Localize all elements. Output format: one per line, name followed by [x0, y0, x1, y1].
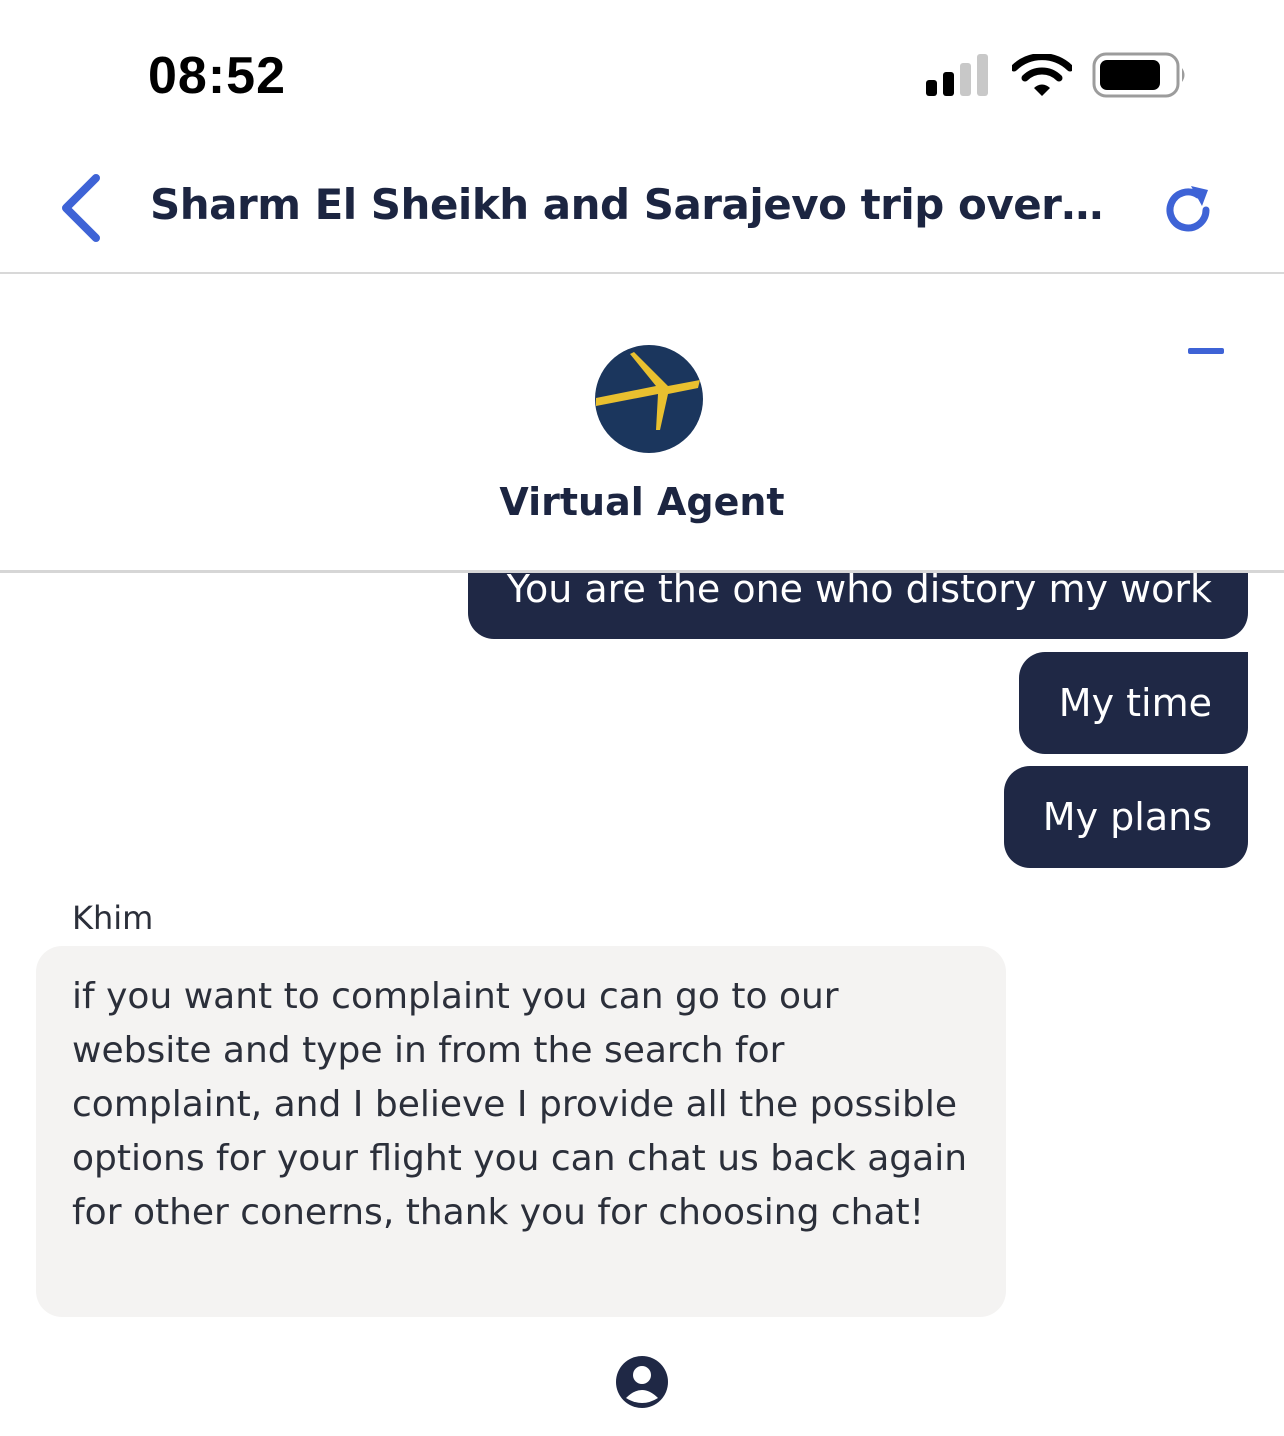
user-avatar-icon [616, 1356, 668, 1408]
refresh-button[interactable] [1160, 182, 1216, 238]
app-header: Sharm El Sheikh and Sarajevo trip overvi… [0, 150, 1284, 274]
agent-name: Virtual Agent [499, 480, 785, 524]
screen: 08:52 Sharm El Sheikh and Sarajevo trip … [0, 0, 1284, 1436]
wifi-icon [1012, 54, 1072, 96]
agent-panel: Virtual Agent [0, 274, 1284, 573]
agent-message: if you want to complaint you can go to o… [36, 946, 1006, 1317]
page-title: Sharm El Sheikh and Sarajevo trip overvi… [150, 180, 1110, 229]
user-message-text: My time [1058, 681, 1212, 725]
expedia-logo-icon [595, 345, 703, 453]
user-message: You are the one who distory my work [468, 573, 1248, 639]
back-button[interactable] [58, 174, 108, 242]
battery-icon [1092, 52, 1185, 98]
cellular-signal-icon [926, 54, 988, 96]
agent-sender-name: Khim [72, 899, 154, 937]
status-time: 08:52 [148, 47, 286, 105]
chat-transcript[interactable]: You are the one who distory my work My t… [0, 573, 1284, 1436]
user-message-text: You are the one who distory my work [506, 573, 1212, 611]
user-message: My plans [1004, 766, 1248, 868]
user-message: My time [1019, 652, 1248, 754]
agent-message-text: if you want to complaint you can go to o… [72, 976, 968, 1233]
minimize-button[interactable] [1188, 348, 1224, 354]
user-message-text: My plans [1042, 795, 1212, 839]
